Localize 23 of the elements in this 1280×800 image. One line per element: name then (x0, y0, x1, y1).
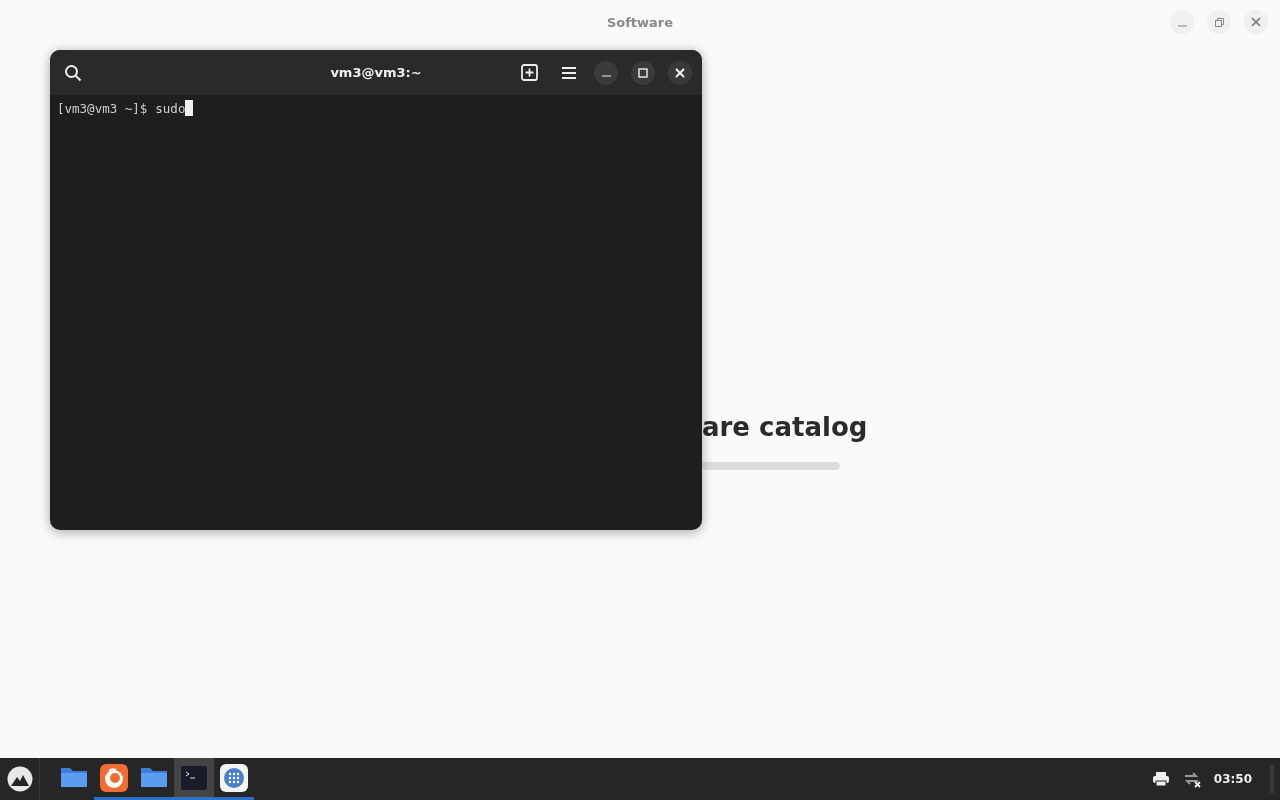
restore-icon (1213, 16, 1225, 28)
restore-button[interactable] (1207, 10, 1231, 34)
window-title: vm3@vm3:~ (330, 65, 422, 80)
window-title: Software (606, 15, 674, 30)
close-icon (675, 67, 685, 78)
minimize-button[interactable] (594, 60, 618, 85)
loading-heading: are catalog (702, 414, 869, 440)
close-button[interactable] (668, 60, 692, 85)
close-icon (1251, 17, 1261, 27)
app-grid-icon (219, 762, 249, 793)
plus-icon (520, 64, 538, 81)
menu-icon (561, 65, 577, 80)
search-icon (64, 63, 82, 82)
shell-prompt: [vm3@vm3 ~]$ (57, 100, 148, 116)
printer-icon[interactable] (1151, 771, 1170, 787)
text-cursor (185, 100, 194, 116)
maximize-button[interactable] (631, 60, 655, 85)
minimize-icon (601, 75, 611, 77)
clock[interactable]: 03:50 (1213, 772, 1252, 786)
maximize-icon (638, 67, 648, 78)
minimize-icon (1177, 25, 1187, 27)
mountain-logo-icon (5, 765, 34, 793)
command-text: sudo (155, 100, 186, 116)
